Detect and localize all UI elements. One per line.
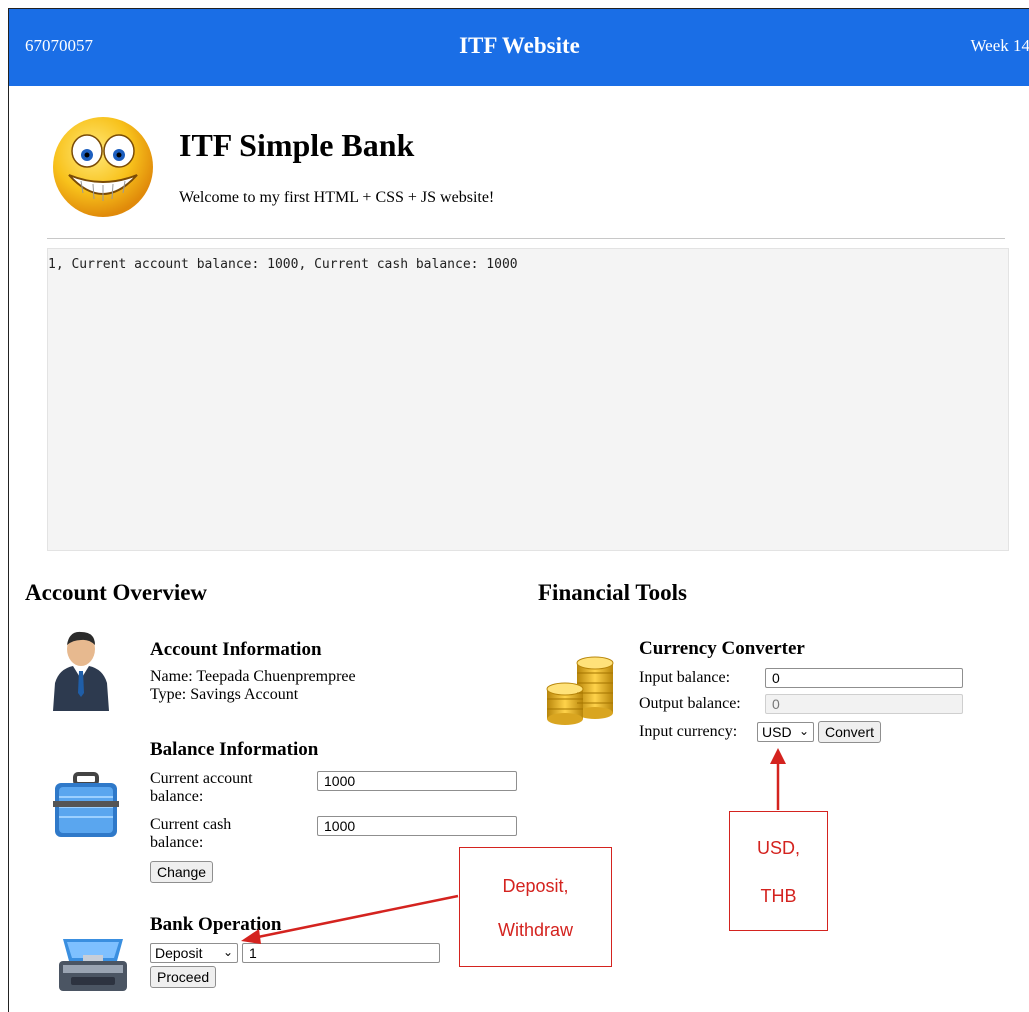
- currency-options-callout: USD, THB: [729, 811, 828, 931]
- proceed-button[interactable]: Proceed: [150, 966, 217, 988]
- grinning-smiley-icon: [53, 117, 153, 217]
- account-balance-label: Current account balance:: [150, 770, 253, 805]
- chevron-down-icon: ⌄: [798, 724, 809, 738]
- transaction-log[interactable]: 1, Current account balance: 1000, Curren…: [47, 248, 1009, 551]
- amount-input[interactable]: 1: [242, 943, 440, 963]
- businessman-icon: [53, 631, 109, 711]
- balance-information-title: Balance Information: [150, 739, 319, 760]
- toolbox-icon: [59, 939, 127, 991]
- site-title: ITF Website: [459, 33, 580, 58]
- change-button[interactable]: Change: [150, 861, 214, 883]
- account-information-title: Account Information: [150, 639, 322, 660]
- convert-button[interactable]: Convert: [818, 721, 882, 743]
- account-name: Name: Teepada Chuenprempree: [150, 668, 356, 685]
- week-label: Week 14: [970, 36, 1029, 55]
- account-balance-input[interactable]: 1000: [317, 771, 517, 791]
- input-balance-input[interactable]: 0: [765, 668, 963, 688]
- briefcase-icon: [53, 772, 119, 837]
- chevron-down-icon: ⌄: [222, 945, 233, 959]
- bank-operation-title: Bank Operation: [150, 914, 282, 935]
- account-overview-title: Account Overview: [25, 580, 208, 605]
- output-balance-field: 0: [765, 694, 963, 714]
- divider: [47, 238, 1005, 239]
- currency-select[interactable]: USD ⌄: [757, 722, 814, 742]
- financial-tools-title: Financial Tools: [538, 580, 687, 605]
- gold-coins-icon: [546, 656, 614, 725]
- welcome-text: Welcome to my first HTML + CSS + JS webs…: [179, 189, 495, 206]
- cash-balance-label: Current cash balance:: [150, 816, 232, 851]
- browser-viewport: 67070057 ITF Website Week 14 ITF Simple …: [8, 8, 1029, 1012]
- output-balance-label: Output balance:: [639, 695, 741, 712]
- cash-balance-input[interactable]: 1000: [317, 816, 517, 836]
- operation-options-callout: Deposit, Withdraw: [459, 847, 612, 967]
- top-navbar: 67070057 ITF Website Week 14: [9, 9, 1029, 86]
- page-title: ITF Simple Bank: [179, 127, 415, 163]
- operation-select[interactable]: Deposit ⌄: [150, 943, 238, 963]
- input-currency-label: Input currency:: [639, 723, 738, 740]
- input-balance-label: Input balance:: [639, 669, 731, 686]
- currency-converter-title: Currency Converter: [639, 638, 805, 659]
- account-type: Type: Savings Account: [150, 686, 299, 703]
- log-text: 1, Current account balance: 1000, Curren…: [48, 257, 518, 272]
